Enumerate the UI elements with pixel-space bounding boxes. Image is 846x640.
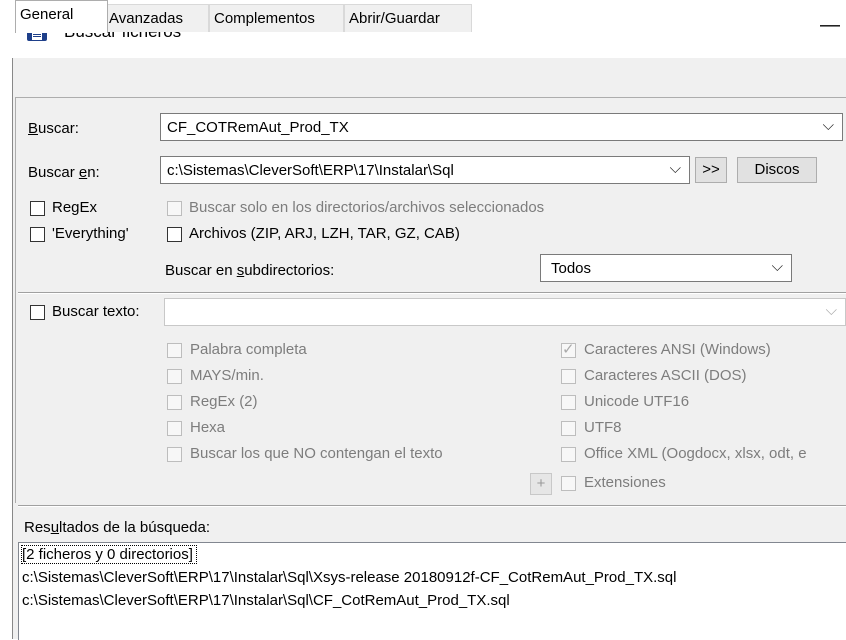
divider: [18, 292, 846, 294]
chevron-down-icon[interactable]: ⌵: [823, 117, 834, 134]
whole-word-label: Palabra completa: [190, 341, 307, 358]
utf8-label: UTF8: [584, 419, 622, 436]
tab-abrir-guardar[interactable]: Abrir/Guardar: [344, 4, 472, 32]
utf8-checkbox[interactable]: [561, 421, 576, 436]
chevron-down-icon[interactable]: ⌵: [772, 258, 783, 275]
regex2-checkbox[interactable]: [167, 395, 182, 410]
divider: [18, 505, 846, 507]
everything-checkbox[interactable]: [30, 227, 45, 242]
result-row[interactable]: c:\Sistemas\CleverSoft\ERP\17\Instalar\S…: [22, 592, 510, 609]
case-sensitive-label: MAYS/min.: [190, 367, 264, 384]
extensions-label: Extensiones: [584, 474, 666, 491]
drives-button[interactable]: Discos: [737, 157, 817, 183]
search-value: CF_COTRemAut_Prod_TX: [167, 119, 349, 136]
everything-label: 'Everything': [52, 225, 129, 242]
result-row[interactable]: c:\Sistemas\CleverSoft\ERP\17\Instalar\S…: [22, 569, 676, 586]
tab-general[interactable]: General: [15, 0, 108, 33]
search-in-combobox[interactable]: c:\Sistemas\CleverSoft\ERP\17\Instalar\S…: [160, 156, 690, 184]
ansi-label: Caracteres ANSI (Windows): [584, 341, 771, 358]
results-label: Resultados de la búsqueda:: [24, 519, 210, 536]
case-sensitive-checkbox[interactable]: [167, 369, 182, 384]
hex-checkbox[interactable]: [167, 421, 182, 436]
minimize-button[interactable]: —: [820, 14, 840, 37]
ascii-checkbox[interactable]: [561, 369, 576, 384]
subdirectories-label: Buscar en subdirectorios:: [165, 262, 335, 279]
utf16-checkbox[interactable]: [561, 395, 576, 410]
results-summary-row[interactable]: [2 ficheros y 0 directorios]: [21, 545, 197, 564]
office-xml-label: Office XML (Oogdocx, xlsx, odt, e: [584, 445, 807, 462]
subdirectories-combobox[interactable]: Todos ⌵: [540, 254, 792, 282]
office-xml-checkbox[interactable]: [561, 447, 576, 462]
archives-label: Archivos (ZIP, ARJ, LZH, TAR, GZ, CAB): [189, 225, 460, 242]
utf16-label: Unicode UTF16: [584, 393, 690, 410]
add-extension-button[interactable]: +: [530, 473, 552, 495]
text-search-combobox[interactable]: ⌵: [164, 298, 846, 326]
tab-label: General: [20, 6, 74, 23]
next-folder-button[interactable]: >>: [695, 157, 727, 183]
search-in-label: Buscar en:: [28, 164, 100, 181]
search-combobox[interactable]: CF_COTRemAut_Prod_TX ⌵: [160, 113, 843, 141]
regex-checkbox[interactable]: [30, 201, 45, 216]
ascii-label: Caracteres ASCII (DOS): [584, 367, 747, 384]
tab-label: Complementos: [214, 10, 315, 27]
only-selected-label: Buscar solo en los directorios/archivos …: [189, 199, 545, 216]
hex-label: Hexa: [190, 419, 226, 436]
tab-complementos[interactable]: Complementos: [209, 4, 344, 32]
not-containing-checkbox[interactable]: [167, 447, 182, 462]
text-search-label: Buscar texto:: [52, 303, 140, 320]
regex-label: RegEx: [52, 199, 98, 216]
tab-label: Avanzadas: [109, 10, 183, 27]
subdirectories-value: Todos: [551, 260, 592, 277]
search-in-value: c:\Sistemas\CleverSoft\ERP\17\Instalar\S…: [167, 162, 454, 179]
tab-label: Abrir/Guardar: [349, 10, 440, 27]
archives-checkbox[interactable]: [167, 227, 182, 242]
tab-avanzadas[interactable]: Avanzadas: [104, 4, 209, 32]
only-selected-checkbox[interactable]: [167, 201, 182, 216]
text-search-checkbox[interactable]: [30, 305, 45, 320]
not-containing-label: Buscar los que NO contengan el texto: [190, 445, 443, 462]
whole-word-checkbox[interactable]: [167, 343, 182, 358]
regex2-label: RegEx (2): [190, 393, 258, 410]
chevron-down-icon[interactable]: ⌵: [670, 160, 681, 177]
search-label: Buscar:: [28, 120, 79, 137]
chevron-down-icon[interactable]: ⌵: [826, 302, 837, 319]
ansi-checkbox[interactable]: [561, 340, 576, 358]
extensions-checkbox[interactable]: [561, 476, 576, 491]
results-list[interactable]: [2 ficheros y 0 directorios] c:\Sistemas…: [18, 542, 846, 640]
